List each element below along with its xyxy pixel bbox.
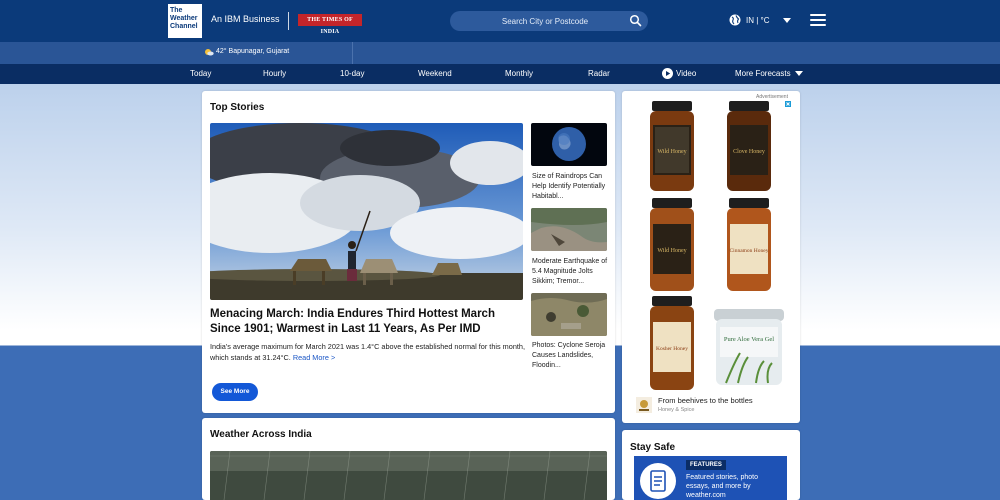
side-story-title-1[interactable]: Size of Raindrops Can Help Identify Pote… <box>532 172 612 202</box>
cyclone-debris-image <box>531 293 607 336</box>
more-forecasts-chevron-icon[interactable] <box>795 71 803 76</box>
honey-jar-image[interactable]: Clove Honey <box>725 101 773 193</box>
logo-text: The Weather Channel <box>170 7 198 30</box>
jar-label-3: Wild Honey <box>657 248 686 254</box>
nav-10-day[interactable]: 10-day <box>340 69 364 78</box>
features-tag: FEATURES <box>686 460 726 470</box>
honey-jar-image[interactable]: Kosher Honey <box>648 296 696 392</box>
nav-hourly[interactable]: Hourly <box>263 69 286 78</box>
nav-more-forecasts[interactable]: More Forecasts <box>735 69 791 78</box>
weather-across-india-title: Weather Across India <box>210 429 312 440</box>
jar-label-4: Cinnamon Honey <box>730 248 769 254</box>
honey-jar-image[interactable]: Cinnamon Honey <box>725 198 773 293</box>
nav-radar[interactable]: Radar <box>588 69 610 78</box>
aloe-vera-gel-jar-image[interactable]: Pure Aloe Vera Gel <box>712 305 786 387</box>
current-location[interactable]: 42° Bapunagar, Gujarat <box>216 48 289 55</box>
document-icon <box>640 463 676 499</box>
locale-unit-selector[interactable]: IN | °C <box>746 16 770 25</box>
main-nav: Today Hourly 10-day Weekend Monthly Rada… <box>0 64 1000 84</box>
chevron-down-icon[interactable] <box>783 18 791 23</box>
current-temp: 42° <box>216 48 227 55</box>
location-bar: 42° Bapunagar, Gujarat <box>0 42 1000 64</box>
planet-image <box>531 123 607 166</box>
honey-jar-image[interactable]: Wild Honey <box>648 101 696 193</box>
ad-title[interactable]: From beehives to the bottles <box>658 396 753 405</box>
globe-icon[interactable] <box>729 14 741 26</box>
times-of-india-logo[interactable]: THE TIMES OF INDIA <box>298 14 362 35</box>
hero-photo-cattle-farmer <box>210 123 523 300</box>
read-more-link[interactable]: Read More > <box>293 353 335 362</box>
stay-safe-title: Stay Safe <box>630 442 676 453</box>
side-story-thumb-3[interactable] <box>531 293 607 336</box>
nav-weekend[interactable]: Weekend <box>418 69 452 78</box>
jar-label-1: Wild Honey <box>657 149 686 155</box>
see-more-button[interactable]: See More <box>212 383 258 401</box>
nav-today[interactable]: Today <box>190 69 211 78</box>
top-story-summary: India's average maximum for March 2021 w… <box>210 341 528 363</box>
landslide-image <box>531 208 607 251</box>
ad-close-icon[interactable] <box>785 101 791 107</box>
ibm-business-text: An IBM Business <box>211 14 280 24</box>
search-box[interactable] <box>450 11 648 31</box>
partly-sunny-icon <box>205 49 214 56</box>
honey-spice-logo-icon[interactable] <box>636 397 652 413</box>
top-header: The Weather Channel An IBM Business THE … <box>0 0 1000 42</box>
features-description[interactable]: Featured stories, photo essays, and more… <box>686 473 782 500</box>
play-icon[interactable] <box>662 68 673 79</box>
ad-label: Advertisement <box>756 94 788 100</box>
location-divider <box>352 42 353 64</box>
nav-monthly[interactable]: Monthly <box>505 69 533 78</box>
search-input[interactable] <box>470 11 620 31</box>
weather-channel-logo[interactable]: The Weather Channel <box>168 4 202 38</box>
hero-image[interactable] <box>210 123 523 300</box>
jar-label-5: Kosher Honey <box>656 346 688 352</box>
side-story-thumb-1[interactable] <box>531 123 607 166</box>
top-story-headline[interactable]: Menacing March: India Endures Third Hott… <box>210 307 528 337</box>
search-icon[interactable] <box>629 14 642 27</box>
header-divider <box>288 12 289 30</box>
location-name: Bapunagar, Gujarat <box>228 48 290 55</box>
aloe-jar-label: Pure Aloe Vera Gel <box>724 336 774 343</box>
summary-text: India's average maximum for March 2021 w… <box>210 342 525 362</box>
rain-photo <box>210 451 607 500</box>
weather-india-image[interactable] <box>210 451 607 500</box>
honey-jar-image[interactable]: Wild Honey <box>648 198 696 293</box>
side-story-thumb-2[interactable] <box>531 208 607 251</box>
ad-subtitle[interactable]: Honey & Spice <box>658 407 694 413</box>
side-story-title-3[interactable]: Photos: Cyclone Seroja Causes Landslides… <box>532 341 612 371</box>
jar-label-2: Clove Honey <box>733 149 765 155</box>
top-stories-title: Top Stories <box>210 102 265 113</box>
menu-icon[interactable] <box>810 14 826 26</box>
side-story-title-2[interactable]: Moderate Earthquake of 5.4 Magnitude Jol… <box>532 257 612 287</box>
nav-video[interactable]: Video <box>676 69 696 78</box>
